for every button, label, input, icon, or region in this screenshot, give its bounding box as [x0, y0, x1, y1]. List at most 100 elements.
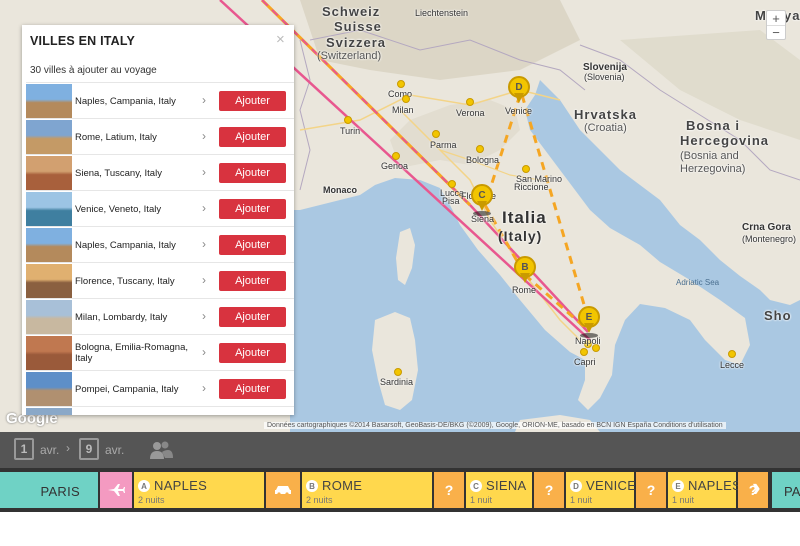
end-date-calendar-icon[interactable]: 9	[79, 438, 99, 460]
origin-segment[interactable]: PARIS	[0, 472, 98, 508]
chevron-right-icon[interactable]: ›	[202, 201, 206, 215]
city-list-item[interactable]: Pompei, Campania, Italy › Ajouter	[26, 370, 294, 406]
start-date-calendar-icon[interactable]: 1	[14, 438, 34, 460]
return-city: PA	[784, 484, 800, 499]
city-thumbnail	[26, 228, 72, 262]
chevron-right-icon[interactable]: ›	[202, 309, 206, 323]
label-bosnia: (Bosnia and	[680, 150, 739, 162]
unknown-transport-segment-3[interactable]: ?	[636, 472, 666, 508]
zoom-in-button[interactable]: +	[767, 11, 785, 26]
city-dot-genoa[interactable]	[392, 152, 400, 160]
city-list-item[interactable]: Naples, Campania, Italy › Ajouter	[26, 226, 294, 262]
city-list-item[interactable]: Florence, Tuscany, Italy › Ajouter	[26, 262, 294, 298]
city-name: Rome, Latium, Italy	[75, 131, 157, 143]
city-label-verona: Verona	[456, 108, 485, 118]
label-liechtenstein: Liechtenstein	[415, 8, 469, 18]
unknown-transport-segment-1[interactable]: ?	[434, 472, 464, 508]
city-label-lecce: Lecce	[720, 360, 745, 370]
add-city-button[interactable]: Ajouter	[219, 271, 286, 291]
city-list-item[interactable]: Venice, Veneto, Italy › Ajouter	[26, 190, 294, 226]
stop-d-venice[interactable]: D VENICE 1 nuit	[566, 472, 636, 508]
label-suisse: Suisse	[334, 19, 382, 34]
chevron-right-icon[interactable]: ›	[202, 165, 206, 179]
add-city-button[interactable]: Ajouter	[219, 343, 286, 363]
city-list-item[interactable]: Milan, Lombardy, Italy › Ajouter	[26, 298, 294, 334]
stop-e-nights: 1 nuit	[672, 495, 695, 505]
unknown-transport-segment-2[interactable]: ?	[534, 472, 564, 508]
city-list-item[interactable]: Bologna, Emilia-Romagna, Italy › Ajouter	[26, 334, 294, 370]
stop-e-letter: E	[672, 480, 684, 492]
city-dot-lucca[interactable]	[448, 180, 456, 188]
car-transport-segment[interactable]	[266, 472, 300, 508]
city-thumbnail	[26, 372, 72, 406]
map-attribution[interactable]: Données cartographiques ©2014 Basarsoft,…	[264, 422, 726, 429]
stop-c-nights: 1 nuit	[470, 495, 493, 505]
cities-panel: VILLES EN ITALY × 30 villes à ajouter au…	[22, 25, 294, 415]
city-thumbnail	[26, 156, 72, 190]
city-list-item[interactable]: Siena, Tuscany, Italy › Ajouter	[26, 154, 294, 190]
chevron-right-icon[interactable]: ›	[202, 273, 206, 287]
city-dot-verona[interactable]	[466, 98, 474, 106]
route-pin-d[interactable]: D	[508, 76, 530, 104]
city-thumbnail	[26, 192, 72, 226]
add-city-button[interactable]: Ajouter	[219, 199, 286, 219]
label-slovenia: (Slovenia)	[584, 72, 625, 82]
label-hrvatska: Hrvatska	[574, 107, 637, 122]
city-name: Siena, Tuscany, Italy	[75, 167, 162, 179]
flight-transport-segment[interactable]	[100, 472, 132, 508]
chevron-right-icon[interactable]: ›	[202, 381, 206, 395]
city-thumbnail	[26, 84, 72, 118]
route-pin-c[interactable]: C	[471, 184, 493, 216]
chevron-right-icon[interactable]: ›	[202, 129, 206, 143]
panel-subtitle: 30 villes à ajouter au voyage	[30, 65, 157, 76]
chevron-right-icon[interactable]: ›	[202, 93, 206, 107]
stop-b-rome[interactable]: B ROME 2 nuits	[302, 472, 432, 508]
timeline-footer	[0, 512, 800, 546]
label-hercegovina: Hercegovina	[680, 133, 770, 148]
city-dot-turin[interactable]	[344, 116, 352, 124]
city-dot-sardinia[interactable]	[394, 368, 402, 376]
scroll-right-chevron-icon[interactable]: ›	[752, 472, 761, 503]
label-svizzera: Svizzera	[326, 35, 387, 50]
travelers-icon[interactable]	[148, 440, 174, 460]
city-name: Naples, Campania, Italy	[75, 95, 176, 107]
route-pin-e[interactable]: E	[578, 306, 600, 338]
add-city-button[interactable]: Ajouter	[219, 235, 286, 255]
city-thumbnail	[26, 120, 72, 154]
zoom-out-button[interactable]: −	[767, 25, 785, 40]
stop-a-naples[interactable]: A NAPLES 2 nuits	[134, 472, 264, 508]
chevron-right-icon[interactable]: ›	[202, 345, 206, 359]
city-list-item[interactable]: ›Ajouter	[26, 406, 294, 415]
add-city-button[interactable]: Ajouter	[219, 91, 286, 111]
city-dot-capri[interactable]	[580, 348, 588, 356]
itinerary-timeline: PARIS A NAPLES 2 nuits B ROME 2 nuits ? …	[0, 468, 800, 512]
city-list-item[interactable]: Rome, Latium, Italy › Ajouter	[26, 118, 294, 154]
label-monaco: Monaco	[323, 185, 358, 195]
end-month: avr.	[105, 443, 125, 457]
chevron-right-icon[interactable]: ›	[202, 237, 206, 251]
stop-c-siena[interactable]: C SIENA 1 nuit	[466, 472, 532, 508]
start-day: 1	[20, 442, 28, 456]
route-pin-b[interactable]: B	[514, 256, 536, 284]
city-list-item[interactable]: Naples, Campania, Italy › Ajouter	[26, 82, 294, 118]
city-dot-san-marino[interactable]	[522, 165, 530, 173]
add-city-button[interactable]: Ajouter	[219, 163, 286, 183]
stop-e-naples[interactable]: E NAPLES 1 nuit	[668, 472, 741, 508]
airplane-icon	[108, 484, 125, 496]
city-name	[75, 409, 195, 415]
add-city-button[interactable]: Ajouter	[219, 127, 286, 147]
city-dot-como[interactable]	[397, 80, 405, 88]
city-dot-lecce[interactable]	[728, 350, 736, 358]
return-segment[interactable]: PA	[772, 472, 800, 508]
close-icon[interactable]: ×	[276, 31, 285, 48]
label-bosna: Bosna i	[686, 118, 740, 133]
add-city-button[interactable]: Ajouter	[219, 307, 286, 327]
city-dot-parma[interactable]	[432, 130, 440, 138]
panel-title: VILLES EN ITALY	[30, 34, 136, 48]
label-adriatic-sea: Adriatic Sea	[676, 278, 720, 287]
add-city-button[interactable]: Ajouter	[219, 379, 286, 399]
city-dot-milan[interactable]	[402, 95, 410, 103]
city-label-pisa: Pisa	[442, 196, 460, 206]
city-dot-bologna[interactable]	[476, 145, 484, 153]
label-switzerland: (Switzerland)	[317, 50, 382, 62]
